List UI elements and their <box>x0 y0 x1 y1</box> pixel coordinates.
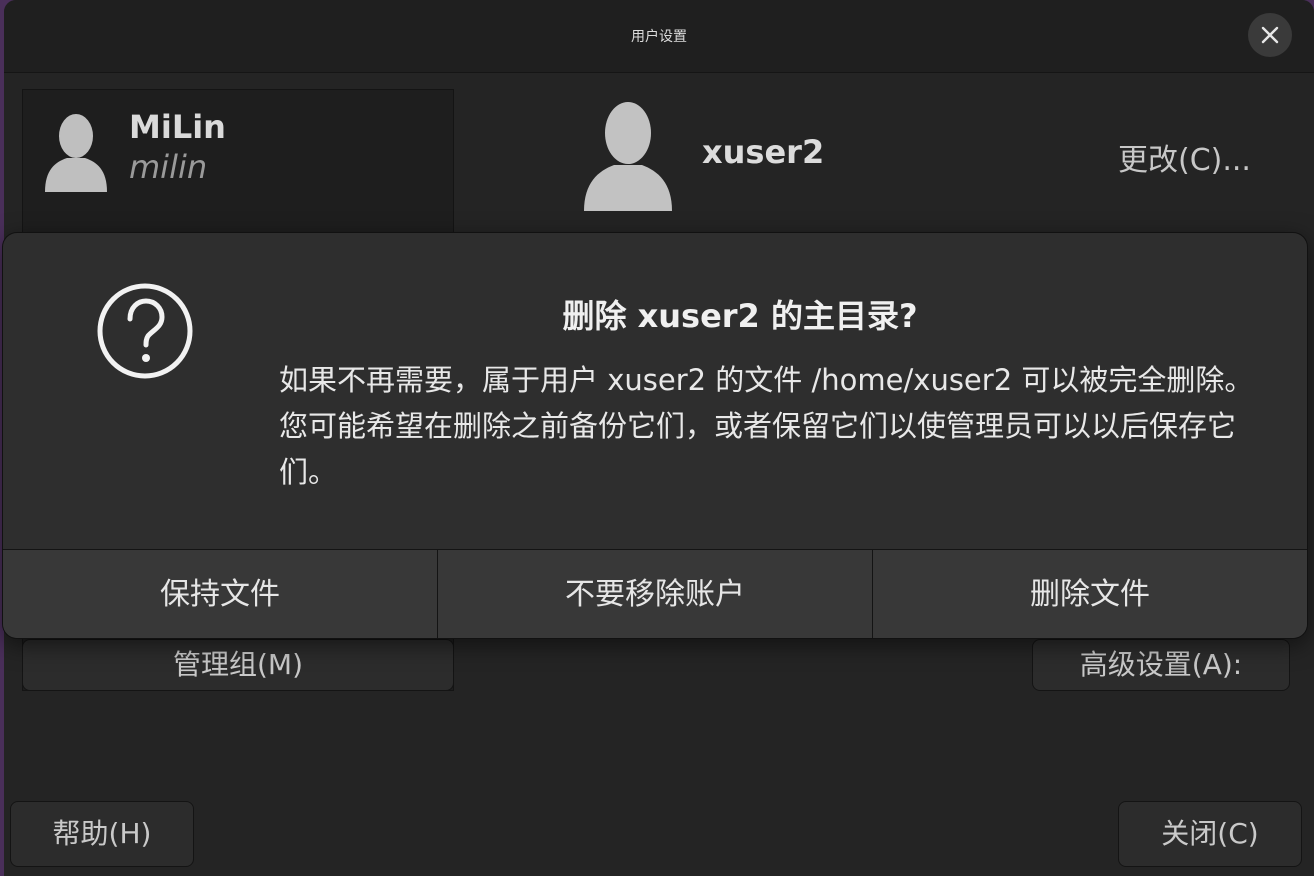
title-bar: 用户设置 <box>4 0 1314 73</box>
change-name-button[interactable]: 更改(C)... <box>1118 135 1251 179</box>
selected-user-name: xuser2 <box>702 133 825 171</box>
window-title: 用户设置 <box>631 29 687 45</box>
advanced-settings-button[interactable]: 高级设置(A): <box>1032 639 1290 691</box>
dialog-title: 删除 xuser2 的主目录? <box>562 297 918 335</box>
close-window-button[interactable] <box>1248 13 1292 57</box>
delete-home-dialog: 删除 xuser2 的主目录? 如果不再需要，属于用户 xuser2 的文件 /… <box>3 233 1307 638</box>
keep-files-button[interactable]: 保持文件 <box>3 550 437 638</box>
dont-remove-account-button[interactable]: 不要移除账户 <box>437 550 872 638</box>
help-button[interactable]: 帮助(H) <box>10 801 194 867</box>
dialog-message: 如果不再需要，属于用户 xuser2 的文件 /home/xuser2 可以被完… <box>279 363 1254 489</box>
dialog-actions: 保持文件 不要移除账户 删除文件 <box>3 549 1307 638</box>
user-login-name: milin <box>129 148 208 186</box>
user-full-name: MiLin <box>129 108 226 146</box>
manage-groups-button[interactable]: 管理组(M) <box>22 639 454 691</box>
user-avatar-icon[interactable] <box>578 95 678 211</box>
close-icon <box>1261 26 1279 44</box>
close-button[interactable]: 关闭(C) <box>1118 801 1302 867</box>
user-list-item[interactable]: MiLin milin <box>23 90 453 216</box>
delete-files-button[interactable]: 删除文件 <box>872 550 1307 638</box>
user-avatar-icon <box>45 114 107 192</box>
question-icon <box>97 283 193 379</box>
